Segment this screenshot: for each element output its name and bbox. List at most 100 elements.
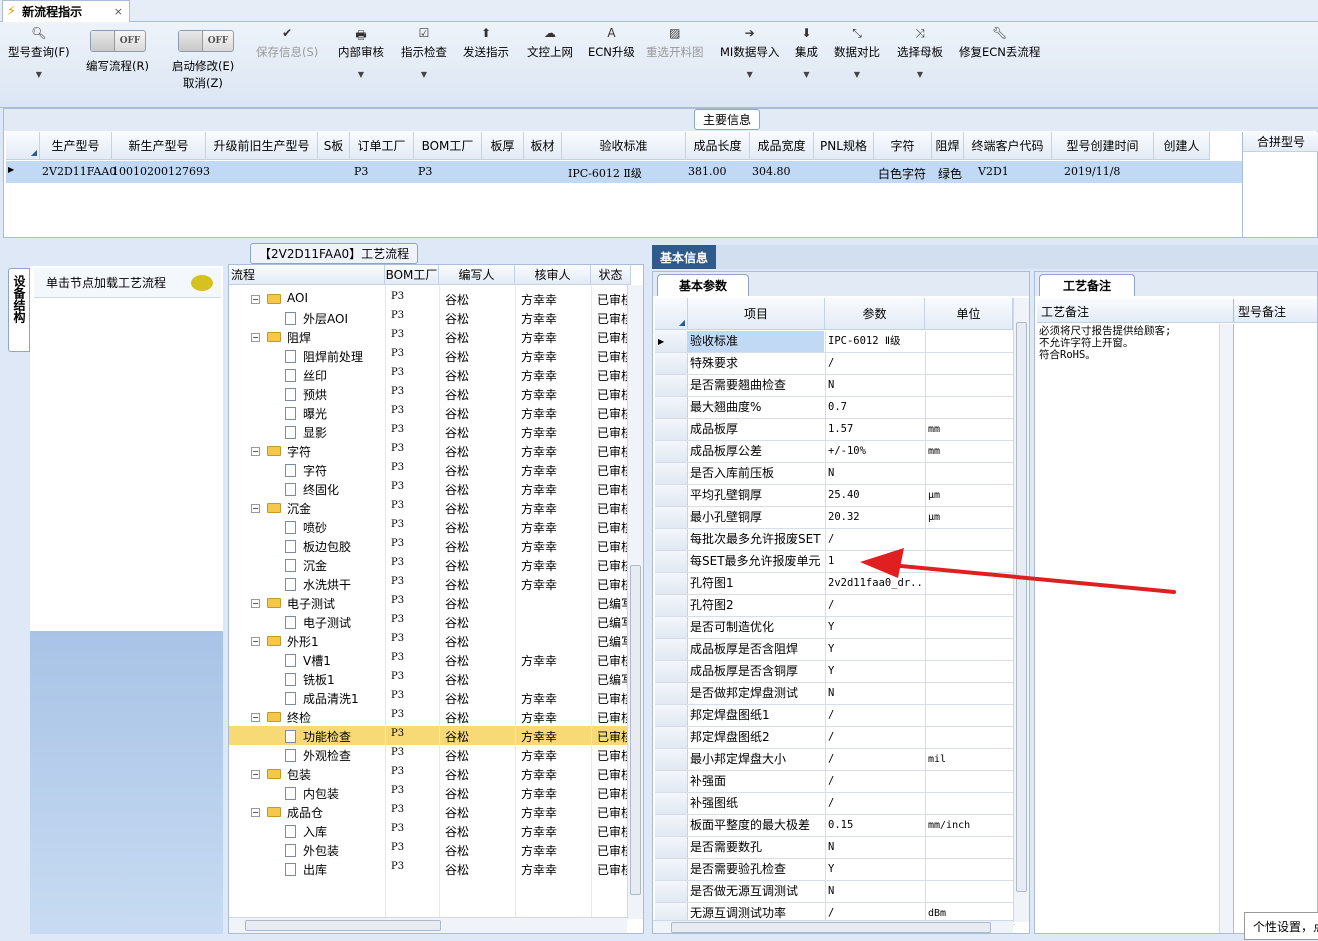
integrate-button[interactable]: ⬇ 集成 ▼ — [795, 26, 818, 79]
flow-row[interactable]: 电子测试 P3 谷松 已编写 — [229, 612, 643, 631]
param-row[interactable]: 是否需要验孔检查 Y — [655, 859, 1015, 881]
flow-row[interactable]: 功能检查 P3 谷松 方幸幸 已审核 — [229, 726, 643, 745]
flow-row[interactable]: − 阻焊 P3 谷松 方幸幸 已审核 — [229, 327, 643, 346]
param-row[interactable]: 成品板厚是否含阻焊 Y — [655, 639, 1015, 661]
load-flow-hint[interactable]: 单击节点加载工艺流程 — [34, 268, 221, 298]
param-value[interactable]: / — [825, 353, 924, 374]
param-value[interactable]: 0.15 — [825, 815, 924, 836]
tab-basic-params[interactable]: 基本参数 — [657, 274, 749, 296]
flow-row[interactable]: 显影 P3 谷松 方幸幸 已审核 — [229, 422, 643, 441]
chevron-down-icon[interactable]: ▼ — [401, 70, 447, 79]
flow-row[interactable]: 外观检查 P3 谷松 方幸幸 已审核 — [229, 745, 643, 764]
flow-row[interactable]: 成品清洗1 P3 谷松 方幸幸 已审核 — [229, 688, 643, 707]
flow-row[interactable]: 水洗烘干 P3 谷松 方幸幸 已审核 — [229, 574, 643, 593]
param-value[interactable]: 0.7 — [825, 397, 924, 418]
param-value[interactable]: / — [825, 749, 924, 770]
cancel-button[interactable]: 取消(Z) — [183, 75, 223, 91]
param-value[interactable]: +/-10% — [825, 441, 924, 462]
param-row[interactable]: 最大翘曲度% 0.7 — [655, 397, 1015, 419]
param-value[interactable]: N — [825, 683, 924, 704]
flow-row[interactable]: 内包装 P3 谷松 方幸幸 已审核 — [229, 783, 643, 802]
param-row[interactable]: 邦定焊盘图纸2 / — [655, 727, 1015, 749]
param-row[interactable]: 最小邦定焊盘大小 / mil — [655, 749, 1015, 771]
select-master-button[interactable]: ⤨ 选择母板 ▼ — [897, 26, 943, 79]
flow-row[interactable]: − 电子测试 P3 谷松 已编写 — [229, 593, 643, 612]
instruction-check-button[interactable]: ☑ 指示检查 ▼ — [401, 26, 447, 79]
param-row[interactable]: 是否可制造优化 Y — [655, 617, 1015, 639]
param-value[interactable]: / — [825, 793, 924, 814]
flow-row[interactable]: − 字符 P3 谷松 方幸幸 已审核 — [229, 441, 643, 460]
data-compare-button[interactable]: ⤡ 数据对比 ▼ — [834, 26, 880, 79]
params-vertical-scrollbar[interactable] — [1013, 298, 1029, 922]
flow-row[interactable]: − 外形1 P3 谷松 已编写 — [229, 631, 643, 650]
reselect-cut-map-button[interactable]: ▨ 重选开料图 — [646, 26, 704, 60]
send-instruction-button[interactable]: ⬆ 发送指示 — [463, 26, 509, 60]
flow-row[interactable]: 阻焊前处理 P3 谷松 方幸幸 已审核 — [229, 346, 643, 365]
param-value[interactable]: N — [825, 463, 924, 484]
chevron-down-icon[interactable]: ▼ — [834, 70, 880, 79]
repair-ecn-button[interactable]: 🔧︎ 修复ECN丢流程 — [959, 26, 1040, 60]
param-value[interactable]: Y — [825, 661, 924, 682]
settings-tooltip[interactable]: 个性设置，点 — [1244, 912, 1318, 940]
param-value[interactable]: N — [825, 375, 924, 396]
chevron-down-icon[interactable]: ▼ — [338, 70, 384, 79]
param-row[interactable]: 是否入库前压板 N — [655, 463, 1015, 485]
doc-upload-button[interactable]: ☁ 文控上网 — [527, 26, 573, 60]
param-value[interactable]: 25.40 — [825, 485, 924, 506]
param-value[interactable]: N — [825, 837, 924, 858]
param-value[interactable]: Y — [825, 859, 924, 880]
flow-row[interactable]: 外包装 P3 谷松 方幸幸 已审核 — [229, 840, 643, 859]
flow-row[interactable]: 预烘 P3 谷松 方幸幸 已审核 — [229, 384, 643, 403]
param-row[interactable]: 是否需要数孔 N — [655, 837, 1015, 859]
close-icon[interactable]: × — [114, 5, 123, 18]
flow-row[interactable]: − 终检 P3 谷松 方幸幸 已审核 — [229, 707, 643, 726]
save-button[interactable]: ✔ 保存信息(S) — [256, 26, 318, 60]
params-horizontal-scrollbar[interactable] — [653, 920, 1013, 933]
flow-row[interactable]: 丝印 P3 谷松 方幸幸 已审核 — [229, 365, 643, 384]
param-row[interactable]: 补强图纸 / — [655, 793, 1015, 815]
flow-row[interactable]: 字符 P3 谷松 方幸幸 已审核 — [229, 460, 643, 479]
flow-row[interactable]: − 沉金 P3 谷松 方幸幸 已审核 — [229, 498, 643, 517]
flow-row[interactable]: 外层AOI P3 谷松 方幸幸 已审核 — [229, 308, 643, 327]
param-row[interactable]: 特殊要求 / — [655, 353, 1015, 375]
param-row[interactable]: 平均孔壁铜厚 25.40 μm — [655, 485, 1015, 507]
flow-row[interactable]: 沉金 P3 谷松 方幸幸 已审核 — [229, 555, 643, 574]
model-query-button[interactable]: 🔍︎ 型号查询(F) ▼ — [8, 26, 70, 79]
flow-row[interactable]: 喷砂 P3 谷松 方幸幸 已审核 — [229, 517, 643, 536]
param-value[interactable]: IPC-6012 Ⅱ级 — [825, 331, 924, 352]
chevron-down-icon[interactable]: ▼ — [720, 70, 779, 79]
flow-row[interactable]: 入库 P3 谷松 方幸幸 已审核 — [229, 821, 643, 840]
tab-basic-info[interactable]: 基本信息 — [652, 245, 716, 269]
param-row[interactable]: 板面平整度的最大极差 0.15 mm/inch — [655, 815, 1015, 837]
param-row[interactable]: 是否做邦定焊盘测试 N — [655, 683, 1015, 705]
flow-row[interactable]: − 成品仓 P3 谷松 方幸幸 已审核 — [229, 802, 643, 821]
flow-row[interactable]: − AOI P3 谷松 方幸幸 已审核 — [229, 289, 643, 308]
param-row[interactable]: 是否做无源互调测试 N — [655, 881, 1015, 903]
flow-row[interactable]: 板边包胶 P3 谷松 方幸幸 已审核 — [229, 536, 643, 555]
tab-process-notes[interactable]: 工艺备注 — [1039, 274, 1135, 296]
flow-row[interactable]: 出库 P3 谷松 方幸幸 已审核 — [229, 859, 643, 878]
model-notes-area[interactable] — [1233, 324, 1317, 933]
flow-horizontal-scrollbar[interactable] — [229, 917, 627, 933]
param-row[interactable]: 成品板厚是否含铜厚 Y — [655, 661, 1015, 683]
flow-vertical-scrollbar[interactable] — [627, 285, 643, 919]
flow-row[interactable]: − 包装 P3 谷松 方幸幸 已审核 — [229, 764, 643, 783]
edit-flow-toggle[interactable]: OFF — [90, 30, 146, 52]
param-value[interactable]: Y — [825, 639, 924, 660]
chevron-down-icon[interactable]: ▼ — [8, 70, 70, 79]
chevron-down-icon[interactable]: ▼ — [897, 70, 943, 79]
device-structure-tab[interactable]: 设备结构 — [8, 268, 30, 352]
ecn-upgrade-button[interactable]: A ECN升级 — [588, 26, 635, 60]
flow-row[interactable]: 终固化 P3 谷松 方幸幸 已审核 — [229, 479, 643, 498]
param-row[interactable]: ▶ 验收标准 IPC-6012 Ⅱ级 — [655, 331, 1015, 353]
internal-review-button[interactable]: 🖶 内部审核 ▼ — [338, 26, 384, 79]
param-value[interactable]: Y — [825, 617, 924, 638]
param-value[interactable]: 1.57 — [825, 419, 924, 440]
main-info-row[interactable]: ▶ 2V2D11FAA0 10010200127693 P3 P3 IPC-60… — [6, 161, 1242, 183]
tab-new-flow[interactable]: ⚡ 新流程指示 × — [2, 0, 130, 22]
param-row[interactable]: 成品板厚公差 +/-10% mm — [655, 441, 1015, 463]
param-value[interactable]: / — [825, 705, 924, 726]
param-row[interactable]: 是否需要翘曲检查 N — [655, 375, 1015, 397]
param-value[interactable]: / — [825, 727, 924, 748]
flow-row[interactable]: 铣板1 P3 谷松 已编写 — [229, 669, 643, 688]
